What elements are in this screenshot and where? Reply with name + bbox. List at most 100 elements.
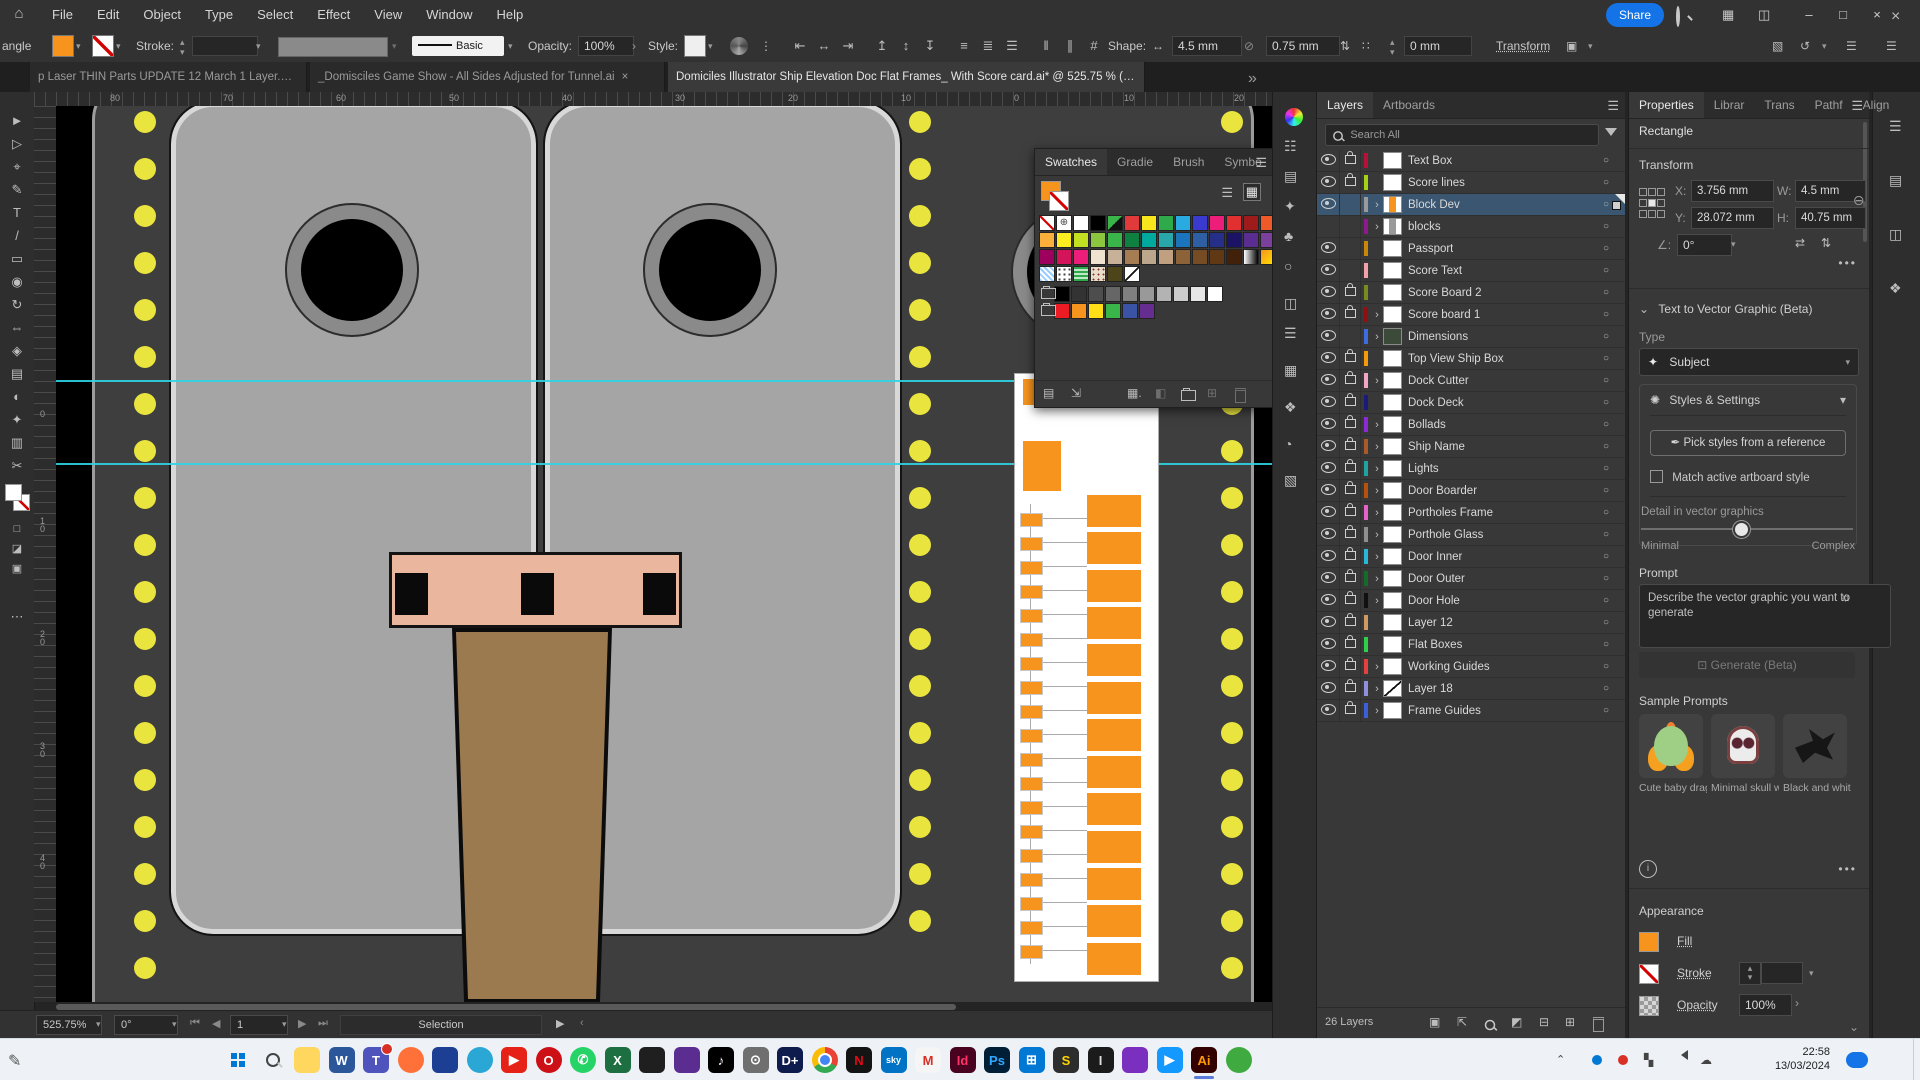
fill-indicator-chip[interactable]	[5, 484, 22, 501]
target-icon[interactable]: ○	[1603, 243, 1609, 254]
swatch[interactable]	[1056, 232, 1072, 248]
expand-icon[interactable]: ›	[1371, 199, 1383, 211]
porthole-dot[interactable]	[909, 440, 931, 462]
lock-cell[interactable]	[1340, 348, 1361, 369]
symbol-tool-icon[interactable]: ✦	[0, 409, 34, 431]
lock-cell[interactable]	[1340, 656, 1361, 677]
opacity-more-icon[interactable]: ›	[632, 30, 636, 62]
swatch[interactable]	[1226, 232, 1242, 248]
expand-icon[interactable]: ›	[1371, 419, 1383, 431]
dock-close-icon[interactable]: ×	[1891, 8, 1900, 26]
status-play-icon[interactable]: ▶	[556, 1017, 564, 1030]
stroke-weight-field[interactable]	[1761, 962, 1803, 984]
workspace-switcher-icon[interactable]: ◫	[1758, 7, 1770, 23]
score-small-block[interactable]	[1020, 801, 1043, 815]
swatch-group-folder-icon[interactable]	[1039, 303, 1053, 317]
porthole-dot[interactable]	[1221, 534, 1243, 556]
score-small-block[interactable]	[1020, 657, 1043, 671]
taskbar-app-dark-blue[interactable]	[432, 1047, 458, 1073]
layers-search-input[interactable]: Search All	[1325, 124, 1599, 146]
porthole-dot[interactable]	[134, 910, 156, 932]
lock-cell[interactable]	[1340, 524, 1361, 545]
swatch[interactable]	[1226, 249, 1242, 265]
visibility-cell[interactable]	[1317, 590, 1340, 611]
target-icon[interactable]: ○	[1603, 397, 1609, 408]
taskbar-prime-video[interactable]: ▶	[1157, 1047, 1183, 1073]
layer-row-dimensions[interactable]: ›Dimensions○	[1317, 326, 1625, 348]
swatch[interactable]	[1039, 249, 1055, 265]
visibility-cell[interactable]	[1317, 678, 1340, 699]
target-icon[interactable]: ○	[1603, 507, 1609, 518]
flip-horizontal-icon[interactable]: ⇄	[1795, 236, 1805, 250]
taskbar-search[interactable]	[260, 1047, 286, 1073]
swatch[interactable]	[1141, 232, 1157, 248]
porthole-dot[interactable]	[909, 675, 931, 697]
swatch[interactable]	[1090, 215, 1106, 231]
score-large-block[interactable]	[1087, 495, 1141, 527]
porthole-dot[interactable]	[1221, 487, 1243, 509]
lock-cell[interactable]	[1340, 678, 1361, 699]
porthole-dot[interactable]	[134, 816, 156, 838]
porthole-dot[interactable]	[1221, 722, 1243, 744]
lock-cell[interactable]	[1340, 238, 1361, 259]
score-small-block[interactable]	[1020, 705, 1043, 719]
status-back-icon[interactable]: ‹	[580, 1017, 584, 1029]
target-icon[interactable]: ○	[1603, 441, 1609, 452]
dock-menu-icon[interactable]: ☰	[1886, 30, 1897, 62]
maximize-button[interactable]: □	[1826, 0, 1860, 29]
swatch[interactable]	[1124, 215, 1140, 231]
porthole-dot[interactable]	[134, 346, 156, 368]
swatch[interactable]	[1173, 286, 1189, 302]
porthole-dot[interactable]	[134, 628, 156, 650]
distribute-v1-icon[interactable]: ≡	[954, 37, 974, 55]
target-icon[interactable]: ○	[1603, 265, 1609, 276]
swatch[interactable]	[1088, 286, 1104, 302]
score-small-block[interactable]	[1020, 753, 1043, 767]
appearance-stroke-label[interactable]: Stroke	[1677, 966, 1712, 980]
porthole-dot[interactable]	[1221, 910, 1243, 932]
opacity-field[interactable]: 100%	[578, 36, 634, 56]
swatch[interactable]	[1073, 266, 1089, 282]
line-tool-icon[interactable]: /	[0, 225, 34, 247]
expand-icon[interactable]: ›	[1371, 221, 1383, 233]
color-panel-icon[interactable]	[1285, 108, 1303, 126]
porthole-dot[interactable]	[134, 158, 156, 180]
swatch[interactable]	[1192, 249, 1208, 265]
porthole-dot[interactable]	[909, 534, 931, 556]
expand-icon[interactable]: ›	[1371, 485, 1383, 497]
porthole-dot[interactable]	[909, 863, 931, 885]
distribute-v3-icon[interactable]: ☰	[1002, 37, 1022, 55]
locate-object-icon[interactable]	[1483, 1018, 1497, 1035]
lock-cell[interactable]	[1340, 260, 1361, 281]
swatch[interactable]	[1071, 286, 1087, 302]
porthole-dot[interactable]	[134, 393, 156, 415]
artboard-dropdown-icon[interactable]: ▾	[282, 1019, 287, 1030]
target-icon[interactable]: ○	[1603, 155, 1609, 166]
expand-icon[interactable]: ›	[1371, 463, 1383, 475]
visibility-cell[interactable]	[1317, 700, 1340, 721]
layer-row-layer-18[interactable]: ›Layer 18○	[1317, 678, 1625, 700]
visibility-cell[interactable]	[1317, 414, 1340, 435]
target-icon[interactable]: ○	[1603, 551, 1609, 562]
lock-cell[interactable]	[1340, 502, 1361, 523]
stroke-color-swatch[interactable]	[92, 35, 114, 57]
lock-cell[interactable]	[1340, 392, 1361, 413]
first-artboard-icon[interactable]: ⏮	[190, 1017, 200, 1030]
taskbar-app-black[interactable]	[639, 1047, 665, 1073]
score-large-block[interactable]	[1087, 831, 1141, 863]
fill-dropdown-icon[interactable]: ▾	[76, 30, 81, 62]
score-small-block[interactable]	[1020, 537, 1043, 551]
swatch[interactable]	[1141, 215, 1157, 231]
score-large-block[interactable]	[1087, 793, 1141, 825]
styles-settings-header[interactable]: ✺ Styles & Settings ▾	[1640, 385, 1856, 415]
layer-row-ship-name[interactable]: ›Ship Name○	[1317, 436, 1625, 458]
lock-cell[interactable]	[1340, 458, 1361, 479]
tab-brush[interactable]: Brush	[1163, 149, 1214, 175]
stroke-width-field[interactable]	[192, 36, 258, 56]
dock-icon[interactable]: ❖	[1889, 280, 1902, 297]
transform-link[interactable]: Transform	[1496, 30, 1550, 62]
target-icon[interactable]: ○	[1603, 529, 1609, 540]
beam-bar[interactable]	[389, 552, 682, 628]
pen-tray-icon[interactable]: ✎	[8, 1051, 21, 1071]
corner-radius-field[interactable]: 0 mm	[1404, 36, 1472, 56]
